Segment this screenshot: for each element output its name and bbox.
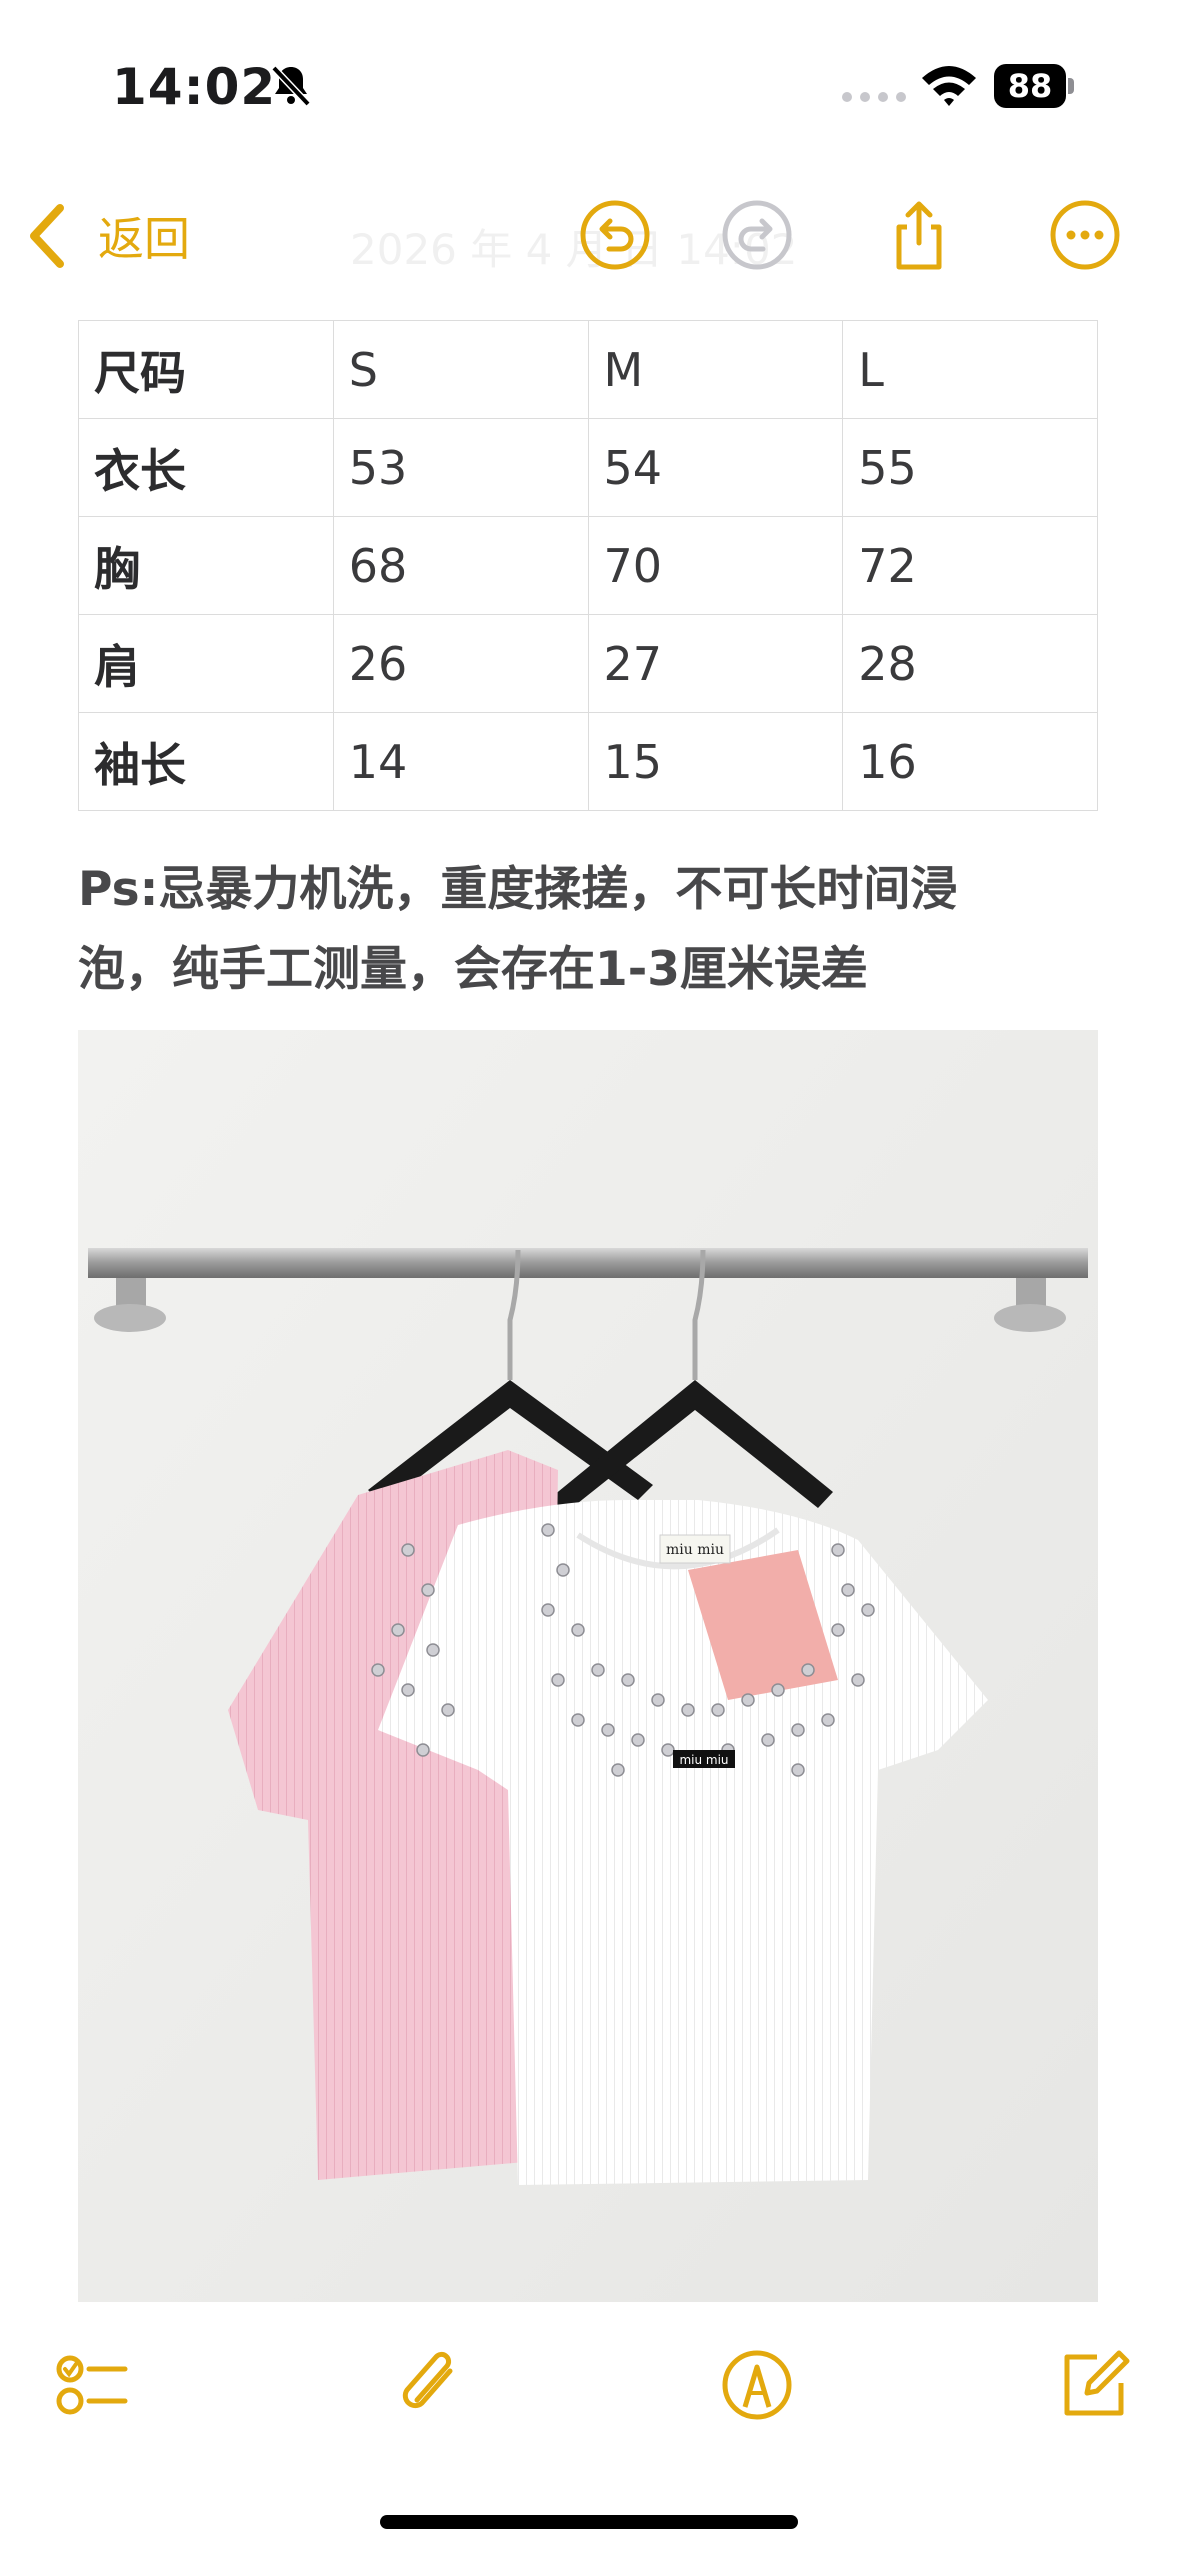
row-header-cell: 衣长 (78, 418, 334, 517)
paperclip-icon (402, 2351, 453, 2409)
markup-pen-icon (722, 2350, 792, 2420)
table-cell: 55 (842, 418, 1098, 517)
table-cell: 53 (332, 418, 589, 517)
table-cell: 15 (587, 712, 844, 811)
table-row: 袖长 14 15 16 (78, 712, 1098, 811)
table-cell: 26 (332, 614, 589, 713)
signal-dots-icon (842, 92, 906, 102)
share-icon (896, 201, 942, 270)
battery-level: 88 (994, 64, 1066, 108)
table-cell: L (842, 320, 1098, 419)
table-cell: 27 (587, 614, 844, 713)
row-header-cell: 胸 (78, 516, 334, 615)
table-cell: 16 (842, 712, 1098, 811)
table-cell: 72 (842, 516, 1098, 615)
photo-logo-text: miu miu (679, 1753, 728, 1767)
undo-icon (580, 200, 650, 270)
table-row: 尺码 S M L (78, 320, 1098, 419)
row-header-cell: 袖长 (78, 712, 334, 811)
share-button[interactable] (874, 190, 964, 280)
nav-bar: 返回 2026 年 4 月 日 14:02 (0, 170, 1179, 300)
back-label: 返回 (98, 212, 190, 266)
compose-button[interactable] (1050, 2340, 1140, 2430)
size-table: 尺码 S M L 衣长 53 54 55 胸 68 70 72 肩 26 27 28 袖长 14 15 16 (78, 320, 1098, 811)
undo-button[interactable] (570, 190, 660, 280)
table-cell: 70 (587, 516, 844, 615)
attach-button[interactable] (385, 2340, 475, 2430)
row-header-cell: 尺码 (78, 320, 334, 419)
wifi-icon (922, 66, 976, 106)
table-row: 肩 26 27 28 (78, 614, 1098, 713)
table-cell: 14 (332, 712, 589, 811)
table-row: 衣长 53 54 55 (78, 418, 1098, 517)
table-cell: 54 (587, 418, 844, 517)
redo-button[interactable] (712, 190, 802, 280)
chevron-left-icon (30, 204, 64, 268)
more-icon (1050, 200, 1120, 270)
table-cell: 68 (332, 516, 589, 615)
status-bar: 14:02 88 (0, 0, 1179, 170)
compose-icon (1064, 2350, 1130, 2416)
photo-tag-text: miu miu (666, 1542, 724, 1558)
table-cell: M (587, 320, 844, 419)
home-indicator[interactable] (380, 2515, 798, 2529)
product-photo-image: miu miu miu miu (78, 1030, 1098, 2302)
back-button[interactable]: 返回 (24, 196, 190, 276)
care-note: Ps:忌暴力机洗，重度揉搓，不可长时间浸 泡，纯手工测量，会存在1-3厘米误差 (78, 850, 1078, 1010)
product-photo[interactable]: miu miu miu miu (78, 1030, 1098, 2302)
checklist-button[interactable] (48, 2340, 138, 2430)
more-button[interactable] (1040, 190, 1130, 280)
bottom-toolbar (0, 2330, 1179, 2440)
table-row: 胸 68 70 72 (78, 516, 1098, 615)
care-note-line-1: Ps:忌暴力机洗，重度揉搓，不可长时间浸 (78, 862, 958, 917)
row-header-cell: 肩 (78, 614, 334, 713)
status-time: 14:02 (112, 58, 277, 116)
bell-slash-icon (271, 65, 311, 107)
care-note-line-2: 泡，纯手工测量，会存在1-3厘米误差 (78, 942, 868, 997)
redo-icon (722, 200, 792, 270)
battery-icon: 88 (994, 64, 1076, 108)
checklist-icon (56, 2355, 128, 2415)
table-cell: S (332, 320, 589, 419)
markup-button[interactable] (712, 2340, 802, 2430)
table-cell: 28 (842, 614, 1098, 713)
